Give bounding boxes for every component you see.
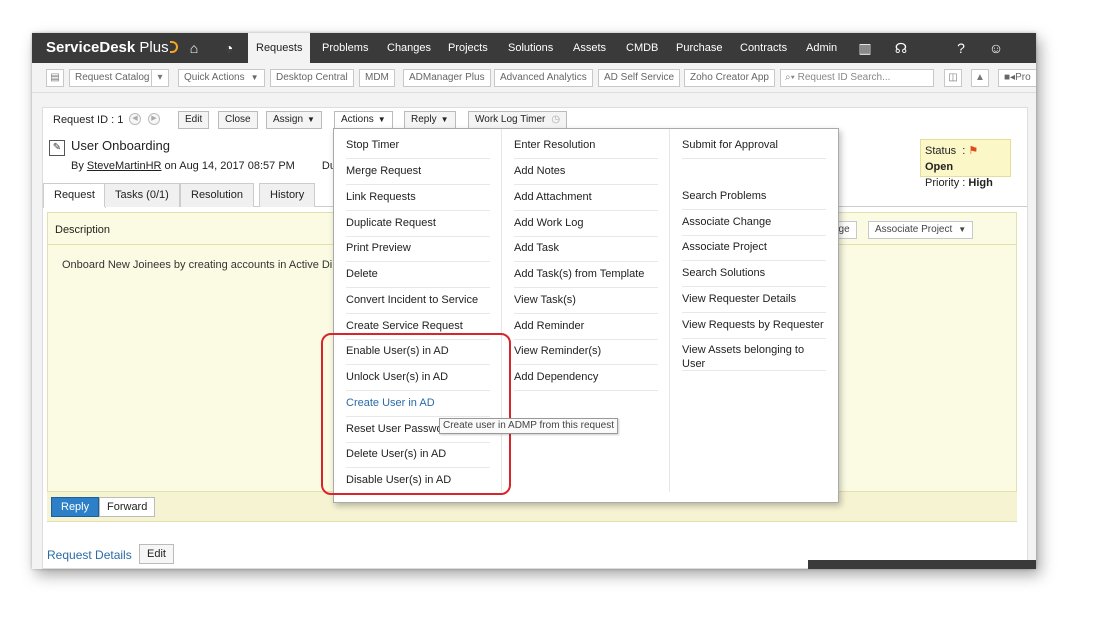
- help-icon[interactable]: ?: [952, 39, 970, 57]
- ad-self-service-button[interactable]: AD Self Service: [598, 69, 681, 87]
- menu-item-associate-project[interactable]: Associate Project: [682, 235, 826, 261]
- nav-tab-purchase[interactable]: Purchase: [668, 33, 730, 63]
- brand-logo[interactable]: ServiceDesk Plus: [46, 39, 178, 56]
- advanced-analytics-button[interactable]: Advanced Analytics: [494, 69, 593, 87]
- close-button[interactable]: Close: [218, 111, 258, 129]
- highlight-annotation-box: [321, 333, 511, 495]
- status-priority-box: Status : ⚑ Open Priority : High: [920, 139, 1011, 189]
- menu-item-add-task[interactable]: Add Task: [514, 236, 658, 262]
- video-icon-button[interactable]: ■◂Pro: [998, 69, 1036, 87]
- description-text: Onboard New Joinees by creating accounts…: [62, 259, 351, 271]
- tooltip: Create user in ADMP from this request: [439, 418, 618, 434]
- request-catalog-button[interactable]: Request Catalog: [69, 69, 156, 87]
- menu-item-view-reminders[interactable]: View Reminder(s): [514, 339, 658, 365]
- reply-dropdown-button[interactable]: Reply ▼: [404, 111, 456, 129]
- menu-item-view-assets-belonging[interactable]: View Assets belonging to User: [682, 341, 826, 371]
- menu-item-add-work-log[interactable]: Add Work Log: [514, 211, 658, 237]
- previous-request-icon[interactable]: ◀: [129, 113, 141, 125]
- menu-item-stop-timer[interactable]: Stop Timer: [346, 133, 490, 159]
- new-request-icon[interactable]: ▤: [46, 69, 64, 87]
- menu-item-add-reminder[interactable]: Add Reminder: [514, 314, 658, 340]
- edit-request-icon: ✎: [49, 140, 65, 156]
- menu-item-view-requester-details[interactable]: View Requester Details: [682, 287, 826, 313]
- next-request-icon[interactable]: ▶: [148, 113, 160, 125]
- footer-strip: [808, 560, 1036, 569]
- nav-tab-cmdb[interactable]: CMDB: [618, 33, 666, 63]
- status-value: Open: [925, 161, 954, 173]
- dashboard-gauge-icon[interactable]: ◔: [220, 39, 238, 57]
- menu-item-add-dependency[interactable]: Add Dependency: [514, 365, 658, 391]
- flag-icon: ⚑: [968, 145, 979, 157]
- nav-tab-requests[interactable]: Requests: [248, 33, 311, 63]
- video-icon: ■◂: [1004, 72, 1016, 83]
- user-profile-icon[interactable]: ☺: [987, 39, 1005, 57]
- menu-item-submit-for-approval[interactable]: Submit for Approval: [682, 133, 826, 159]
- request-toolbar: Request ID : 1 ◀ ▶ Edit Close Assign ▼ Ac…: [43, 108, 1027, 131]
- menu-item-print-preview[interactable]: Print Preview: [346, 236, 490, 262]
- tab-resolution[interactable]: Resolution: [180, 183, 254, 207]
- request-title: User Onboarding: [71, 138, 170, 153]
- work-log-timer-button[interactable]: Work Log Timer ◷: [468, 111, 568, 129]
- request-id-label: Request ID : 1: [53, 114, 124, 126]
- headset-icon[interactable]: ☊: [892, 39, 910, 57]
- requester-link[interactable]: SteveMartinHR: [87, 160, 162, 172]
- tab-tasks[interactable]: Tasks (0/1): [104, 183, 180, 207]
- integration-bar: ▤ Request Catalog ▾ Quick Actions ▼ Deskt…: [32, 63, 1036, 93]
- associate-project-button[interactable]: Associate Project ▼: [868, 221, 974, 239]
- description-label: Description: [55, 224, 111, 236]
- menu-item-view-requests-by-requester[interactable]: View Requests by Requester: [682, 313, 826, 339]
- notification-bell-icon[interactable]: ▲: [971, 69, 989, 87]
- admanager-plus-button[interactable]: ADManager Plus: [403, 69, 491, 87]
- menu-item-add-attachment[interactable]: Add Attachment: [514, 185, 658, 211]
- tab-request[interactable]: Request: [43, 183, 106, 208]
- screen-capture-icon[interactable]: ◫: [944, 69, 962, 87]
- actions-menu-column-3: Submit for Approval Search Problems Asso…: [670, 129, 838, 492]
- nav-tab-solutions[interactable]: Solutions: [500, 33, 561, 63]
- request-details-link[interactable]: Request Details: [47, 548, 132, 562]
- assign-button[interactable]: Assign ▼: [266, 111, 322, 129]
- forward-button[interactable]: Forward: [99, 497, 156, 517]
- menu-item-delete[interactable]: Delete: [346, 262, 490, 288]
- nav-tab-projects[interactable]: Projects: [440, 33, 496, 63]
- menu-item-link-requests[interactable]: Link Requests: [346, 185, 490, 211]
- menu-item-add-notes[interactable]: Add Notes: [514, 159, 658, 185]
- nav-tab-contracts[interactable]: Contracts: [732, 33, 795, 63]
- chevron-down-icon[interactable]: ▾: [151, 69, 169, 87]
- request-id-search-input[interactable]: ⌕▾ Request ID Search...: [780, 69, 934, 87]
- request-details-edit-button[interactable]: Edit: [139, 544, 174, 564]
- edit-button[interactable]: Edit: [178, 111, 210, 129]
- menu-item-enter-resolution[interactable]: Enter Resolution: [514, 133, 658, 159]
- request-byline: By SteveMartinHR on Aug 14, 2017 08:57 P…: [71, 160, 336, 172]
- menu-item-duplicate-request[interactable]: Duplicate Request: [346, 211, 490, 237]
- reply-button[interactable]: Reply: [51, 497, 100, 517]
- menu-item-search-solutions[interactable]: Search Solutions: [682, 261, 826, 287]
- menu-item-merge-request[interactable]: Merge Request: [346, 159, 490, 185]
- menu-item-search-problems[interactable]: Search Problems: [682, 184, 826, 210]
- top-nav: ServiceDesk Plus ⌂ ◔ Requests Problems C…: [32, 33, 1036, 63]
- nav-tab-changes[interactable]: Changes: [379, 33, 439, 63]
- zoho-creator-app-button[interactable]: Zoho Creator App: [684, 69, 775, 87]
- tab-history[interactable]: History: [259, 183, 316, 207]
- menu-item-add-tasks-from-template[interactable]: Add Task(s) from Template: [514, 262, 658, 288]
- nav-tab-problems[interactable]: Problems: [314, 33, 376, 63]
- nav-tab-admin[interactable]: Admin: [798, 33, 845, 63]
- desktop-central-button[interactable]: Desktop Central: [270, 69, 354, 87]
- actions-menu-column-2: Enter Resolution Add Notes Add Attachmen…: [502, 129, 670, 492]
- home-icon[interactable]: ⌂: [185, 39, 203, 57]
- reports-chart-icon[interactable]: ▥: [856, 39, 874, 57]
- menu-item-convert-incident[interactable]: Convert Incident to Service: [346, 288, 490, 314]
- nav-tab-assets[interactable]: Assets: [565, 33, 614, 63]
- mdm-button[interactable]: MDM: [359, 69, 395, 87]
- quick-actions-button[interactable]: Quick Actions ▼: [178, 69, 265, 87]
- menu-item-associate-change[interactable]: Associate Change: [682, 210, 826, 236]
- menu-item-view-tasks[interactable]: View Task(s): [514, 288, 658, 314]
- search-icon: ⌕▾: [785, 72, 798, 83]
